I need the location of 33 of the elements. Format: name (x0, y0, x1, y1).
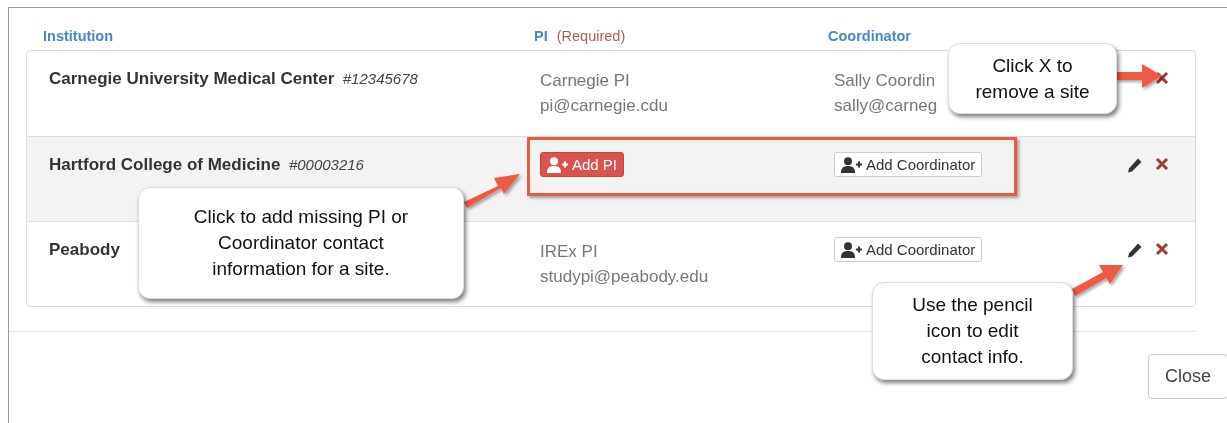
contact-email: studypi@peabody.edu (540, 266, 709, 288)
arrow (464, 174, 520, 208)
callout: Click to add missing PI or Coordinator contact information for a site. (138, 187, 464, 299)
column-header: Institution (43, 28, 114, 44)
column-header: Coordinator (828, 28, 911, 44)
arrow (1072, 265, 1123, 296)
add-contact-button[interactable]: Add PI (540, 152, 625, 177)
callout: Click X to remove a site (948, 43, 1117, 114)
contact-email: pi@carnegie.cdu (540, 95, 668, 117)
add-user-icon (547, 156, 569, 173)
institution-name: Carnegie University Medical Center (49, 69, 335, 88)
contact-name: Carnegie PI (540, 70, 630, 92)
institution-name: Peabody (49, 240, 120, 259)
contact-name: IREx PI (540, 241, 598, 263)
column-header: PI (534, 28, 548, 44)
close-icon[interactable] (1155, 157, 1169, 171)
pencil-icon[interactable] (1127, 242, 1143, 258)
add-contact-button[interactable]: Add Coordinator (834, 152, 983, 177)
add-contact-button[interactable]: Add Coordinator (834, 237, 983, 262)
contact-name: Sally Coordin (834, 70, 936, 92)
pencil-icon[interactable] (1127, 157, 1143, 173)
arrow (1116, 64, 1162, 88)
close-icon[interactable] (1155, 242, 1169, 256)
contact-email: sally@carneg (834, 95, 938, 117)
close-icon[interactable] (1155, 71, 1169, 85)
institution-number: #00003216 (288, 156, 364, 173)
add-user-icon (841, 241, 863, 258)
required-note: (Required) (556, 28, 626, 44)
close-button[interactable]: Close (1147, 354, 1227, 399)
callout: Use the pencil icon to edit contact info. (872, 282, 1073, 380)
institution-number: #12345678 (342, 70, 418, 87)
institution-name: Hartford College of Medicine (49, 155, 281, 174)
add-user-icon (841, 156, 863, 173)
